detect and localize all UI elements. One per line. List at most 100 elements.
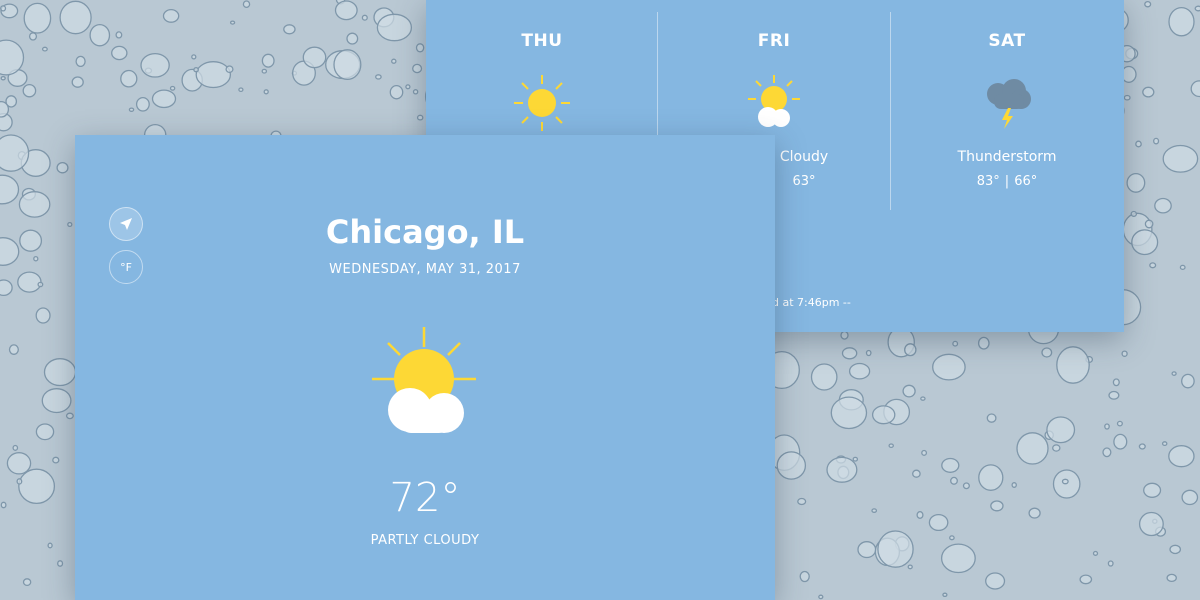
water-droplet <box>35 307 51 324</box>
water-droplet <box>415 43 425 53</box>
water-droplet <box>6 452 32 475</box>
water-droplet <box>1016 432 1049 465</box>
water-droplet <box>238 87 244 93</box>
water-droplet <box>1056 346 1090 384</box>
water-droplet <box>799 570 810 583</box>
water-droplet <box>857 541 877 559</box>
water-droplet <box>1168 445 1195 468</box>
water-droplet <box>940 543 976 574</box>
water-droplet <box>111 45 128 61</box>
water-droplet <box>1142 86 1155 98</box>
water-droplet <box>23 2 52 34</box>
water-droplet <box>1130 210 1138 217</box>
water-droplet <box>776 451 807 480</box>
water-droplet <box>1041 347 1053 358</box>
forecast-low-temp: 63° <box>792 174 816 189</box>
water-droplet <box>1138 443 1146 450</box>
water-droplet <box>0 501 7 509</box>
water-droplet <box>1168 6 1195 37</box>
water-droplet <box>405 84 411 90</box>
water-droplet <box>1112 378 1120 387</box>
water-droplet <box>162 8 180 23</box>
water-droplet <box>852 456 859 462</box>
water-droplet <box>942 592 948 598</box>
water-droplet <box>902 384 916 398</box>
water-droplet <box>0 134 30 172</box>
water-droplet <box>871 405 896 425</box>
water-droplet <box>1079 574 1093 585</box>
water-droplet <box>916 511 924 519</box>
water-droplet <box>952 340 959 347</box>
water-droplet <box>89 23 111 47</box>
water-droplet <box>169 85 176 91</box>
water-droplet <box>865 349 872 357</box>
water-droplet <box>1121 350 1128 357</box>
water-droplet <box>826 456 858 483</box>
forecast-condition: Thunderstorm <box>957 149 1057 165</box>
water-droplet <box>12 444 19 451</box>
water-droplet <box>912 469 921 478</box>
water-droplet <box>950 476 958 485</box>
water-droplet <box>22 578 32 587</box>
water-droplet <box>229 20 236 25</box>
current-weather-card: °F Chicago, IL WEDNESDAY, MAY 31, 2017 7… <box>75 135 775 600</box>
water-droplet <box>412 63 423 74</box>
water-droplet <box>904 343 917 357</box>
water-droplet <box>8 344 19 355</box>
water-droplet <box>985 572 1006 590</box>
water-droplet <box>1107 560 1114 567</box>
temperature-separator: | <box>1004 174 1010 189</box>
water-droplet <box>932 353 966 381</box>
water-droplet <box>941 457 960 473</box>
water-droplet <box>1102 447 1112 458</box>
water-droplet <box>949 535 955 541</box>
water-droplet <box>818 594 824 600</box>
water-droplet <box>977 336 990 350</box>
water-droplet <box>47 542 53 549</box>
water-droplet <box>1011 482 1017 488</box>
water-droplet <box>56 161 69 174</box>
water-droplet <box>416 114 424 121</box>
current-condition: PARTLY CLOUDY <box>370 533 480 548</box>
thunderstorm-icon <box>891 72 1123 134</box>
water-droplet <box>75 55 86 68</box>
water-droplet <box>261 68 268 74</box>
water-droplet <box>41 46 48 52</box>
water-droplet <box>376 13 413 42</box>
water-droplet <box>1108 390 1120 400</box>
water-droplet <box>840 330 849 340</box>
water-droplet <box>57 560 64 567</box>
water-droplet <box>43 358 77 387</box>
water-droplet <box>1153 137 1160 145</box>
water-droplet <box>17 271 42 293</box>
water-droplet <box>978 464 1004 491</box>
water-droplet <box>16 478 23 485</box>
water-droplet <box>67 221 73 228</box>
water-droplet <box>1135 140 1142 148</box>
water-droplet <box>1126 172 1146 193</box>
water-droplet <box>389 84 404 100</box>
water-droplet <box>225 65 234 74</box>
water-droplet <box>1166 573 1177 583</box>
water-droplet <box>302 46 327 69</box>
water-droplet <box>986 413 997 423</box>
water-droplet <box>1194 5 1200 12</box>
water-droplet <box>0 279 13 297</box>
water-droplet <box>35 423 55 441</box>
water-droplet <box>1181 373 1195 389</box>
water-droplet <box>52 456 60 464</box>
water-droplet <box>928 513 949 532</box>
water-droplet <box>1052 444 1061 452</box>
forecast-day-sat: SAT Thunderstorm 83° | 66° <box>891 0 1123 210</box>
water-droplet <box>361 14 368 21</box>
water-droplet <box>412 89 419 95</box>
water-droplet <box>19 229 43 252</box>
water-droplet <box>115 31 123 39</box>
water-droplet <box>333 49 362 81</box>
water-droplet <box>1046 416 1076 444</box>
partly-cloudy-icon <box>658 72 890 134</box>
water-droplet <box>346 32 359 45</box>
water-droplet <box>151 89 177 109</box>
water-droplet <box>1028 507 1041 519</box>
water-droplet <box>907 564 913 570</box>
